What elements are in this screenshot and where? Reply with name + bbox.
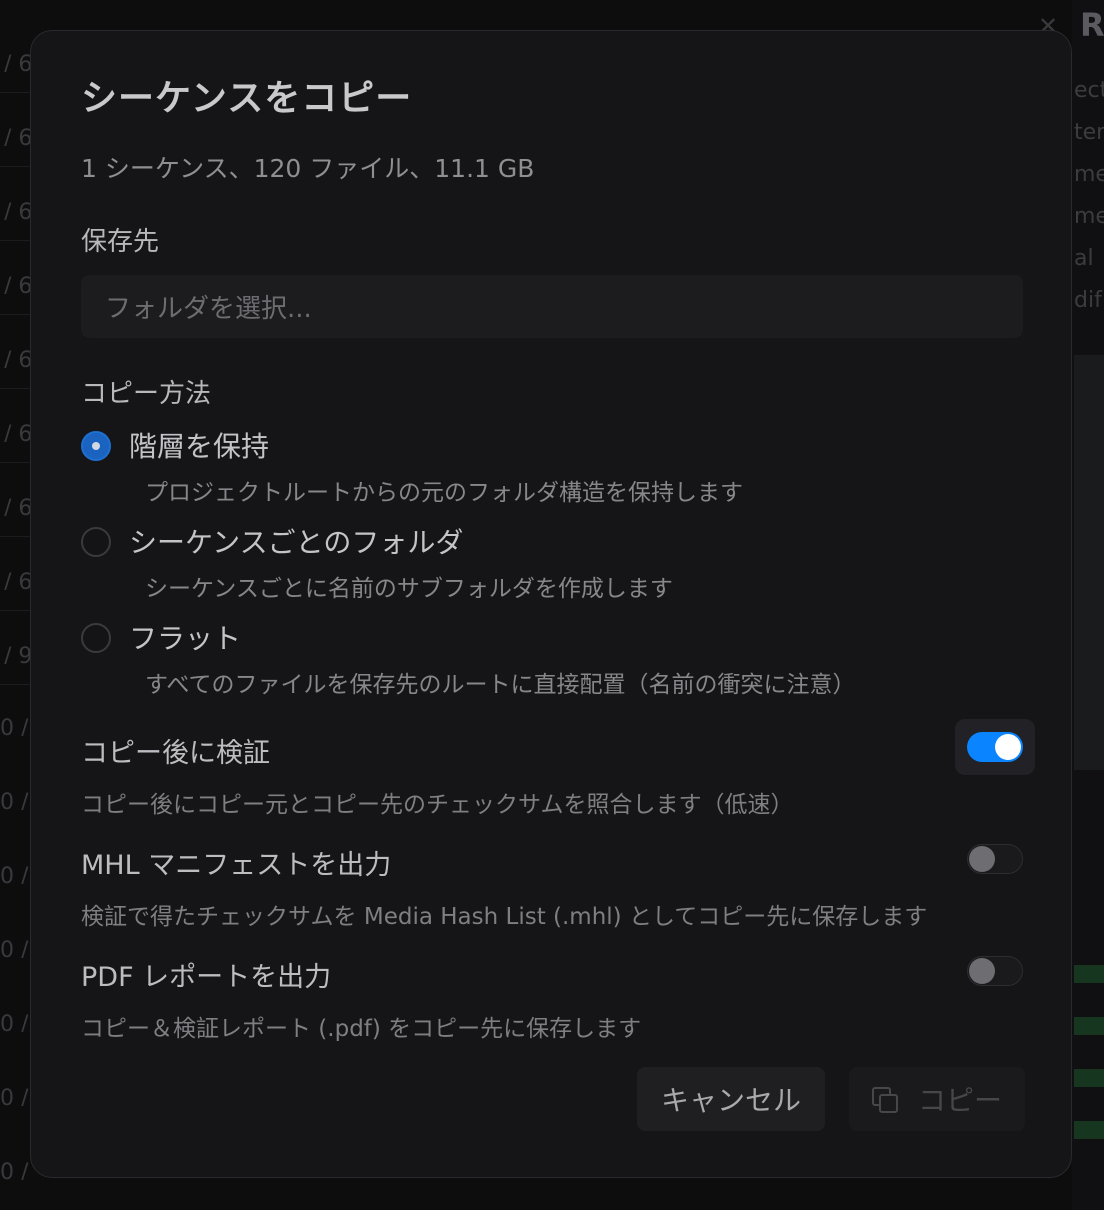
mhl-toggle-wrap <box>955 831 1035 887</box>
toggle-description: コピー後にコピー元とコピー先のチェックサムを照合します（低速） <box>81 792 794 818</box>
toggle-knob <box>995 734 1021 760</box>
copy-button[interactable]: コピー <box>849 1067 1025 1131</box>
radio-button[interactable] <box>81 431 111 461</box>
pdf-toggle-wrap <box>955 943 1035 999</box>
cancel-button[interactable]: キャンセル <box>637 1067 825 1131</box>
destination-placeholder: フォルダを選択... <box>105 294 312 324</box>
mhl-toggle[interactable] <box>967 844 1023 874</box>
toggle-description: コピー＆検証レポート (.pdf) をコピー先に保存します <box>81 1016 642 1042</box>
background-title: R <box>1080 6 1104 44</box>
copy-method-label: コピー方法 <box>81 379 212 409</box>
copy-button-label: コピー <box>917 1084 1002 1117</box>
toggle-description: 検証で得たチェックサムを Media Hash List (.mhl) としてコ… <box>81 904 928 930</box>
radio-description: シーケンスごとに名前のサブフォルダを作成します <box>145 576 673 602</box>
radio-description: プロジェクトルートからの元のフォルダ構造を保持します <box>145 480 743 506</box>
toggle-label: コピー後に検証 <box>81 738 270 769</box>
pdf-toggle[interactable] <box>967 956 1023 986</box>
cancel-button-label: キャンセル <box>660 1084 801 1117</box>
background-thumbnail <box>1074 355 1104 770</box>
dialog-title: シーケンスをコピー <box>81 78 413 119</box>
copy-icon <box>871 1087 898 1113</box>
toggle-knob <box>969 846 995 872</box>
radio-label: 階層を保持 <box>129 430 270 463</box>
radio-description: すべてのファイルを保存先のルートに直接配置（名前の衝突に注意） <box>145 672 856 698</box>
verify-toggle[interactable] <box>967 732 1023 762</box>
toggle-knob <box>969 958 995 984</box>
background-list: / 6 / 6 / 6 / 6 / 6 / 6 / 6 / 6 / 9 0 / … <box>0 52 34 1180</box>
copy-sequence-dialog: シーケンスをコピー 1 シーケンス、120 ファイル、11.1 GB 保存先 フ… <box>30 30 1072 1178</box>
toggle-label: PDF レポートを出力 <box>81 962 332 993</box>
destination-label: 保存先 <box>81 227 160 257</box>
radio-label: シーケンスごとのフォルダ <box>129 526 464 559</box>
radio-button[interactable] <box>81 527 111 557</box>
radio-button[interactable] <box>81 623 111 653</box>
selection-summary: 1 シーケンス、120 ファイル、11.1 GB <box>81 154 535 183</box>
toggle-label: MHL マニフェストを出力 <box>81 850 392 881</box>
verify-toggle-focus <box>955 719 1035 775</box>
destination-folder-picker[interactable]: フォルダを選択... <box>81 275 1023 338</box>
radio-label: フラット <box>129 622 242 655</box>
